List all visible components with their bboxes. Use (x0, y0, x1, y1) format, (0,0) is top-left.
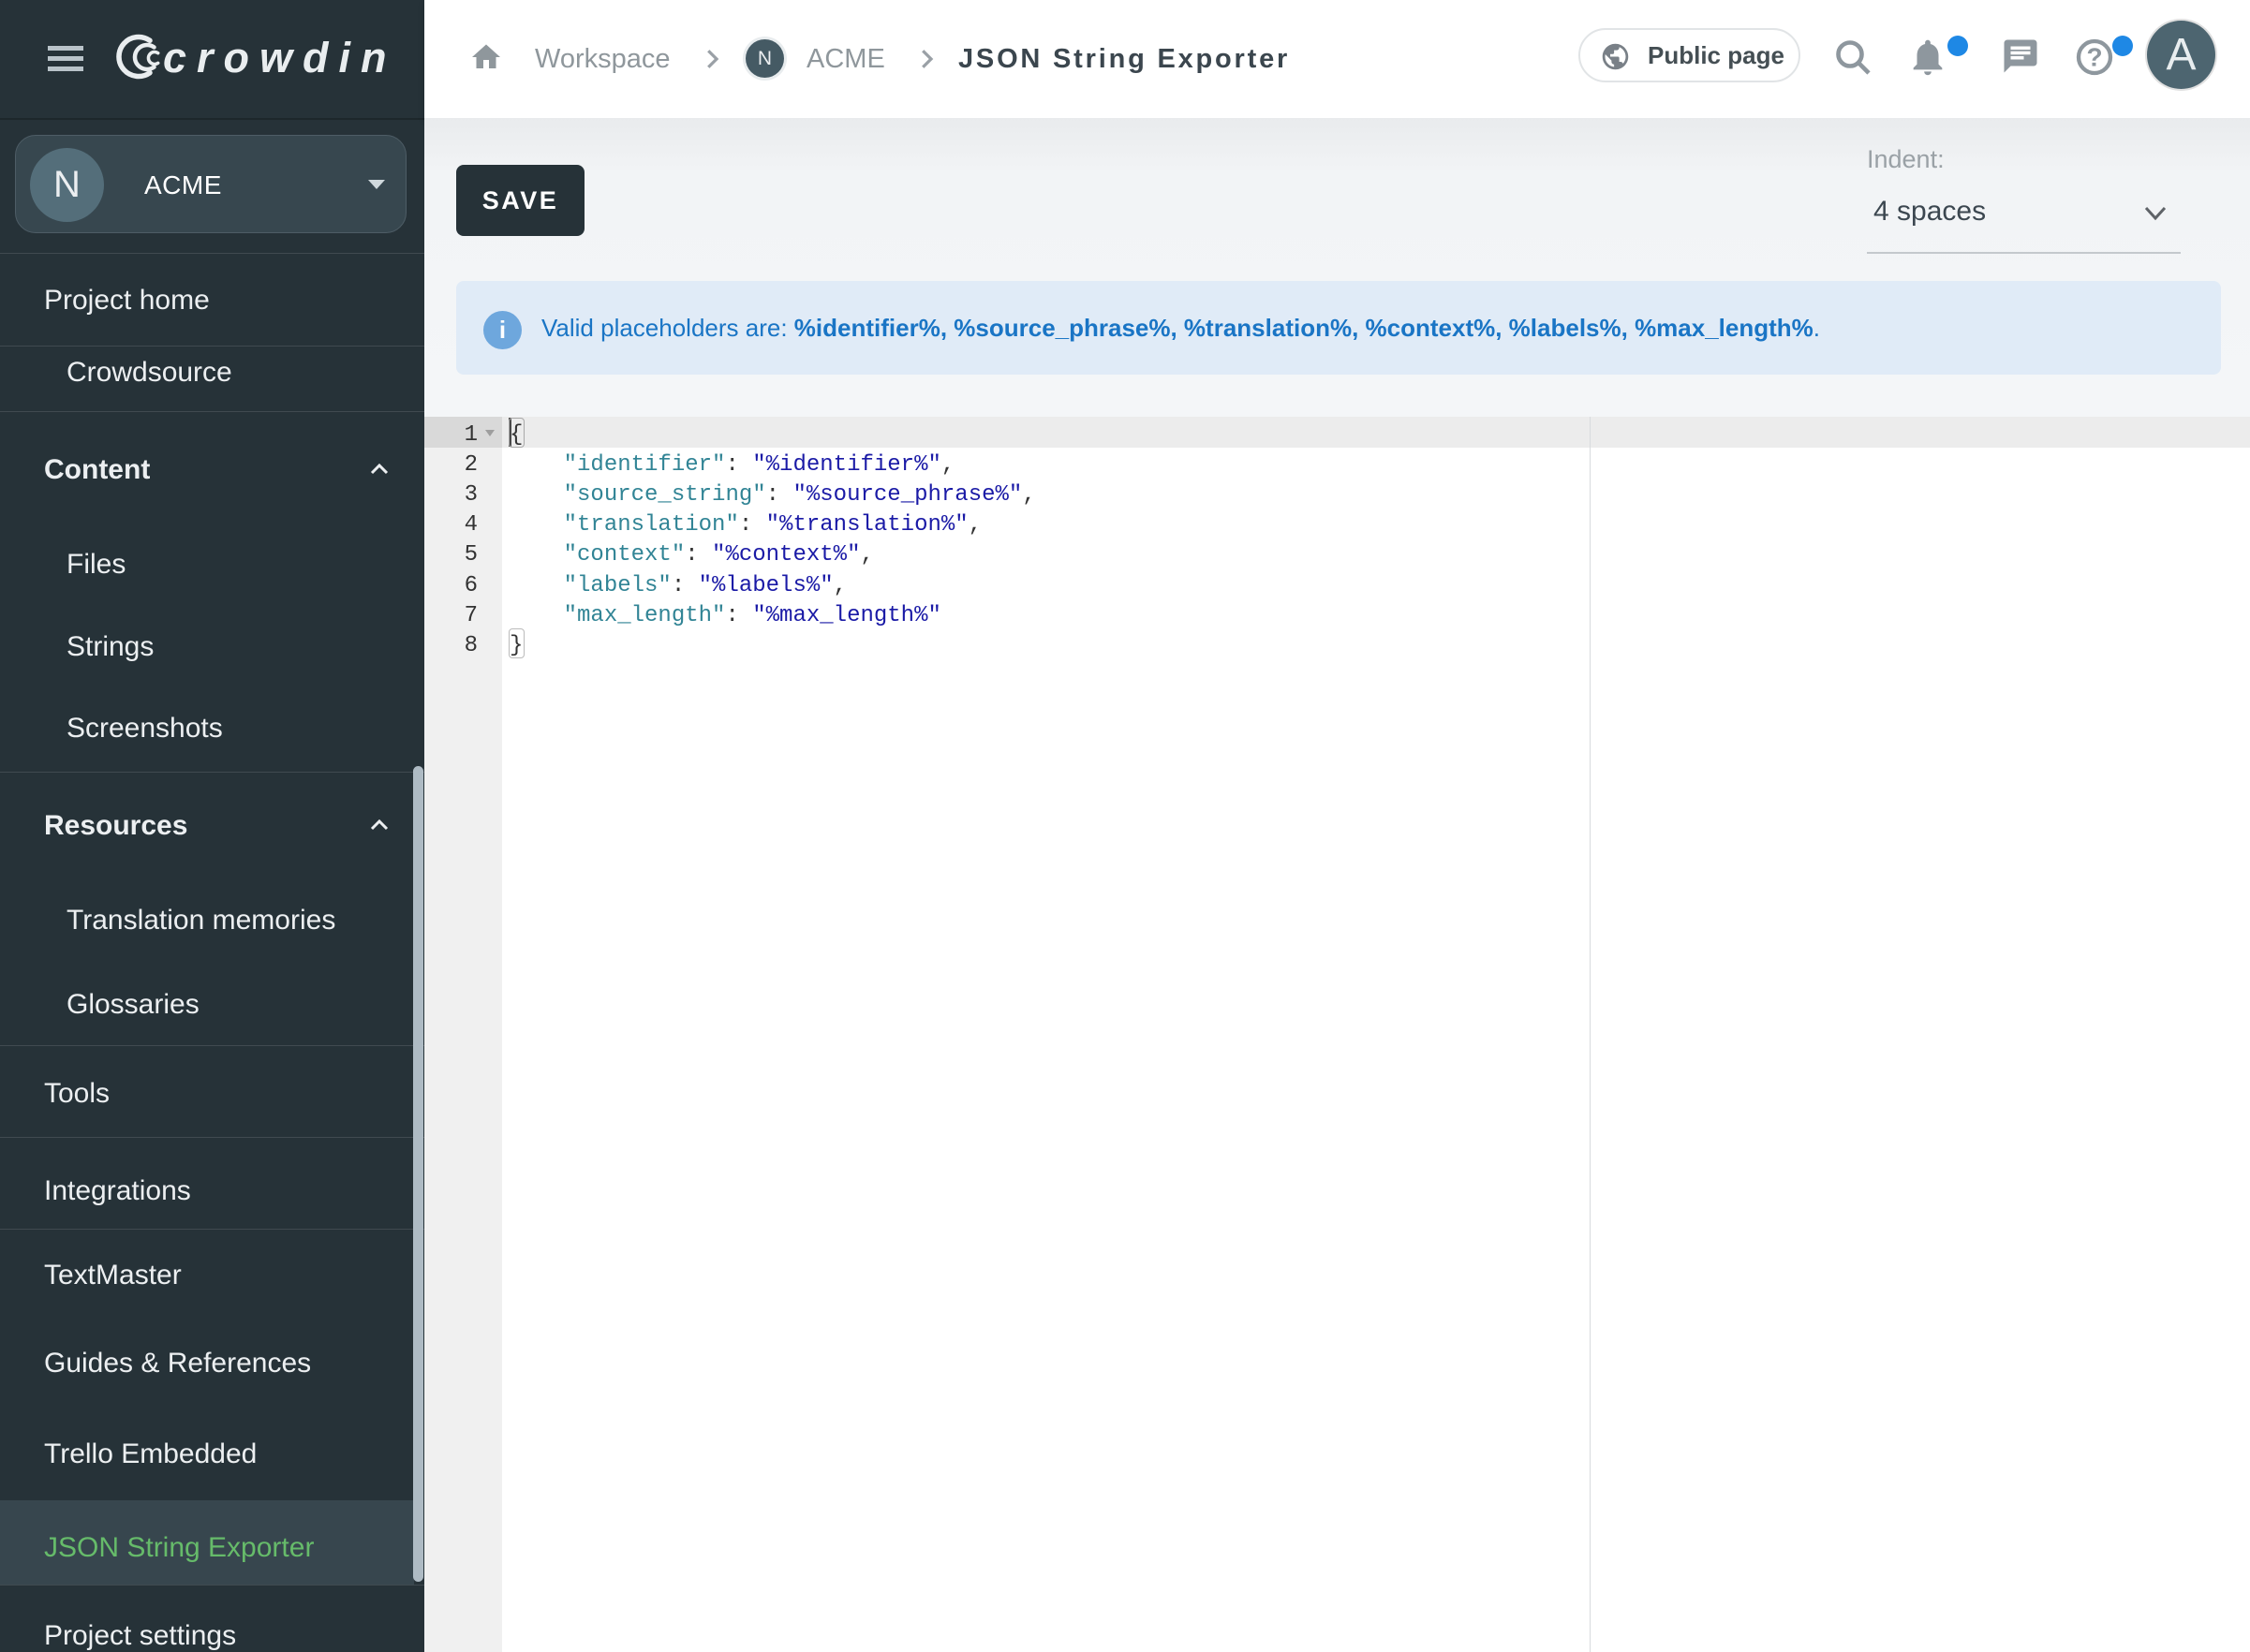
svg-text:?: ? (2086, 43, 2102, 72)
svg-text:crowdin: crowdin (163, 34, 397, 80)
